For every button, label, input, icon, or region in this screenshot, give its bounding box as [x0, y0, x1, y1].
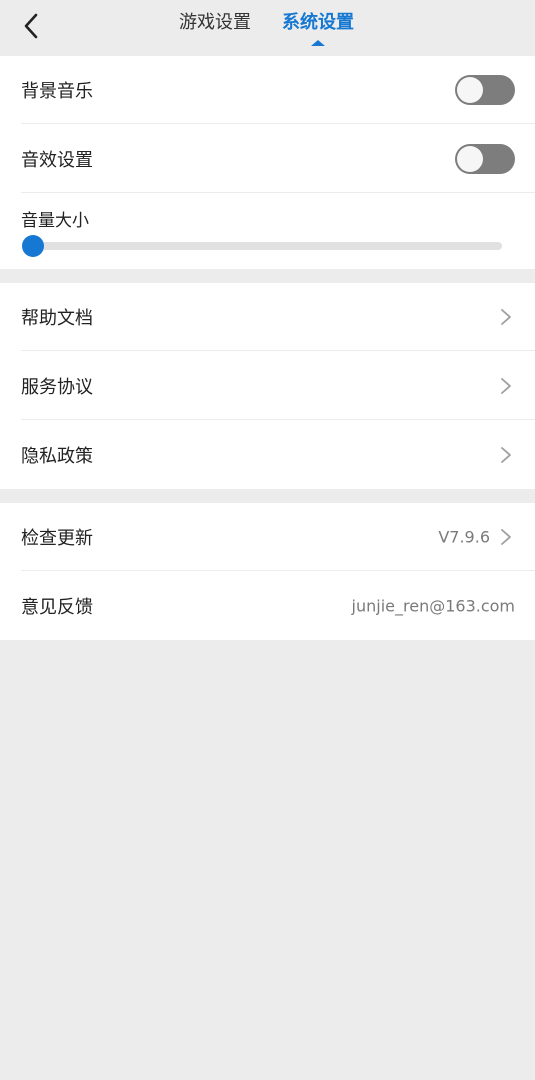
privacy-row[interactable]: 隐私政策 [0, 421, 535, 489]
sound-settings-group: 背景音乐 音效设置 音量大小 [0, 56, 535, 269]
feedback-row[interactable]: 意见反馈 junjie_ren@163.com [0, 572, 535, 640]
help-docs-row[interactable]: 帮助文档 [0, 283, 535, 351]
tab-game-settings[interactable]: 游戏设置 [179, 10, 251, 36]
volume-label: 音量大小 [21, 211, 89, 231]
bgm-toggle-knob [457, 77, 483, 103]
volume-slider-track[interactable] [27, 242, 502, 250]
chevron-right-icon [500, 308, 512, 326]
check-update-row[interactable]: 检查更新 V7.9.6 [0, 503, 535, 571]
bgm-row: 背景音乐 [0, 56, 535, 124]
divider [21, 350, 535, 351]
sfx-toggle[interactable] [455, 144, 515, 174]
divider [21, 192, 535, 193]
bgm-toggle[interactable] [455, 75, 515, 105]
back-arrow-icon [18, 10, 48, 42]
version-value: V7.9.6 [438, 527, 490, 547]
bgm-label: 背景音乐 [21, 81, 93, 102]
top-bar: 游戏设置 系统设置 [0, 0, 535, 56]
sfx-label: 音效设置 [21, 150, 93, 171]
divider [21, 419, 535, 420]
terms-row[interactable]: 服务协议 [0, 352, 535, 420]
sfx-toggle-knob [457, 146, 483, 172]
chevron-right-icon [500, 528, 512, 546]
volume-slider-thumb[interactable] [22, 235, 44, 257]
privacy-label: 隐私政策 [21, 446, 93, 467]
tab-system-settings[interactable]: 系统设置 [282, 10, 354, 36]
divider [21, 123, 535, 124]
divider [21, 570, 535, 571]
sfx-row: 音效设置 [0, 125, 535, 193]
chevron-right-icon [500, 446, 512, 464]
feedback-label: 意见反馈 [21, 597, 93, 618]
help-docs-label: 帮助文档 [21, 308, 93, 329]
about-group: 检查更新 V7.9.6 意见反馈 junjie_ren@163.com [0, 503, 535, 640]
feedback-email: junjie_ren@163.com [351, 596, 515, 616]
terms-label: 服务协议 [21, 377, 93, 398]
info-links-group: 帮助文档 服务协议 隐私政策 [0, 283, 535, 489]
back-button[interactable] [18, 10, 48, 42]
chevron-right-icon [500, 377, 512, 395]
check-update-label: 检查更新 [21, 528, 93, 549]
active-tab-indicator [311, 40, 325, 46]
